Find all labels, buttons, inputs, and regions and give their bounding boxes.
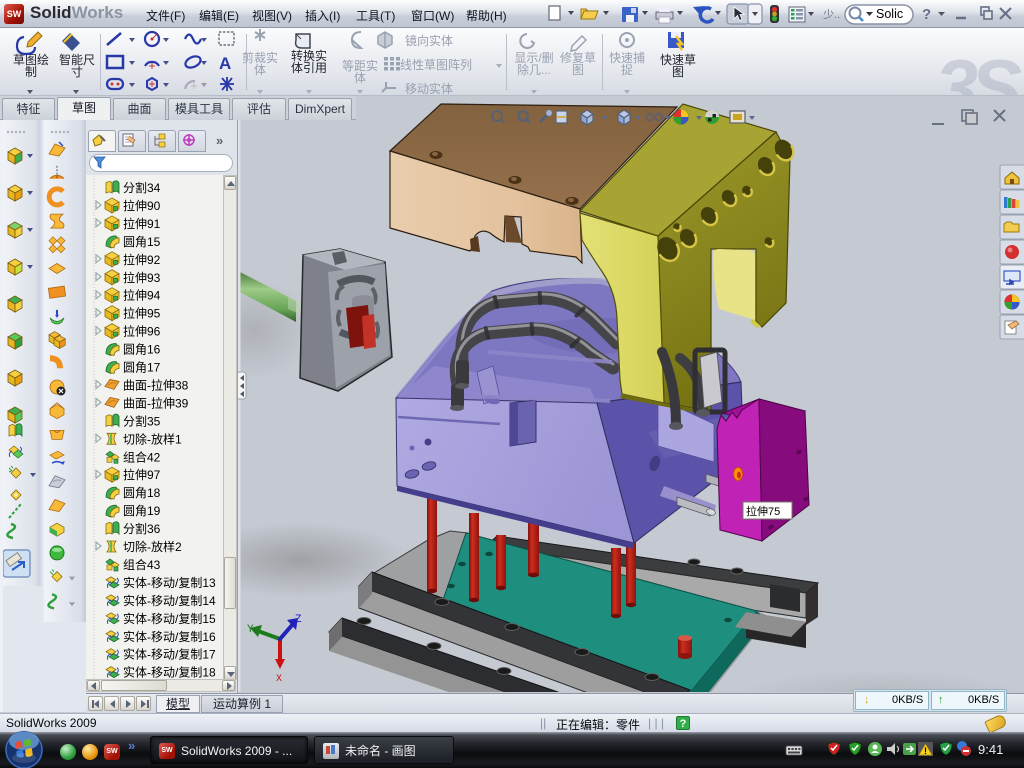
svg-text:分割36: 分割36 — [123, 521, 161, 536]
svg-text:?: ? — [922, 6, 931, 23]
svg-text:曲面-拉伸38: 曲面-拉伸38 — [123, 377, 189, 392]
svg-text:分割34: 分割34 — [123, 180, 161, 195]
svg-text:实体-移动/复制14: 实体-移动/复制14 — [123, 593, 216, 608]
svg-text:圆角19: 圆角19 — [123, 504, 161, 518]
svg-text:Z: Z — [295, 614, 302, 626]
svg-text:实体-移动/复制16: 实体-移动/复制16 — [123, 629, 216, 644]
svg-text:Y: Y — [247, 624, 254, 636]
svg-text:圆角17: 圆角17 — [123, 361, 161, 375]
svg-text:拉伸93: 拉伸93 — [123, 270, 161, 285]
svg-text:实体-移动/复制18: 实体-移动/复制18 — [123, 665, 216, 680]
svg-text:切除-放样2: 切除-放样2 — [123, 539, 182, 554]
svg-text:圆角16: 圆角16 — [123, 343, 161, 357]
svg-text:组合42: 组合42 — [123, 449, 161, 464]
svg-text:圆角15: 圆角15 — [123, 235, 161, 249]
svg-text:拉伸75: 拉伸75 — [746, 504, 780, 518]
svg-text:拉伸91: 拉伸91 — [123, 216, 161, 231]
svg-text:少..: 少.. — [823, 8, 840, 21]
svg-text:Solic: Solic — [876, 7, 903, 21]
svg-text:实体-移动/复制17: 实体-移动/复制17 — [123, 647, 216, 662]
svg-text:拉伸92: 拉伸92 — [123, 252, 161, 267]
svg-text:切除-放样1: 切除-放样1 — [123, 431, 182, 446]
svg-text:拉伸97: 拉伸97 — [123, 467, 161, 482]
svg-text:拉伸90: 拉伸90 — [123, 198, 161, 213]
svg-text:组合43: 组合43 — [123, 557, 161, 572]
svg-text:拉伸95: 拉伸95 — [123, 306, 161, 321]
svg-text:9:41: 9:41 — [978, 742, 1003, 757]
svg-text:实体-移动/复制15: 实体-移动/复制15 — [123, 611, 216, 626]
svg-text:!: ! — [924, 746, 927, 756]
svg-text:圆角18: 圆角18 — [123, 486, 161, 500]
svg-text:拉伸94: 拉伸94 — [123, 288, 161, 303]
svg-text:拉伸96: 拉伸96 — [123, 324, 161, 339]
svg-text:曲面-拉伸39: 曲面-拉伸39 — [123, 395, 189, 410]
svg-text:X: X — [276, 674, 282, 685]
svg-text:实体-移动/复制13: 实体-移动/复制13 — [123, 575, 216, 590]
svg-text:分割35: 分割35 — [123, 413, 161, 428]
